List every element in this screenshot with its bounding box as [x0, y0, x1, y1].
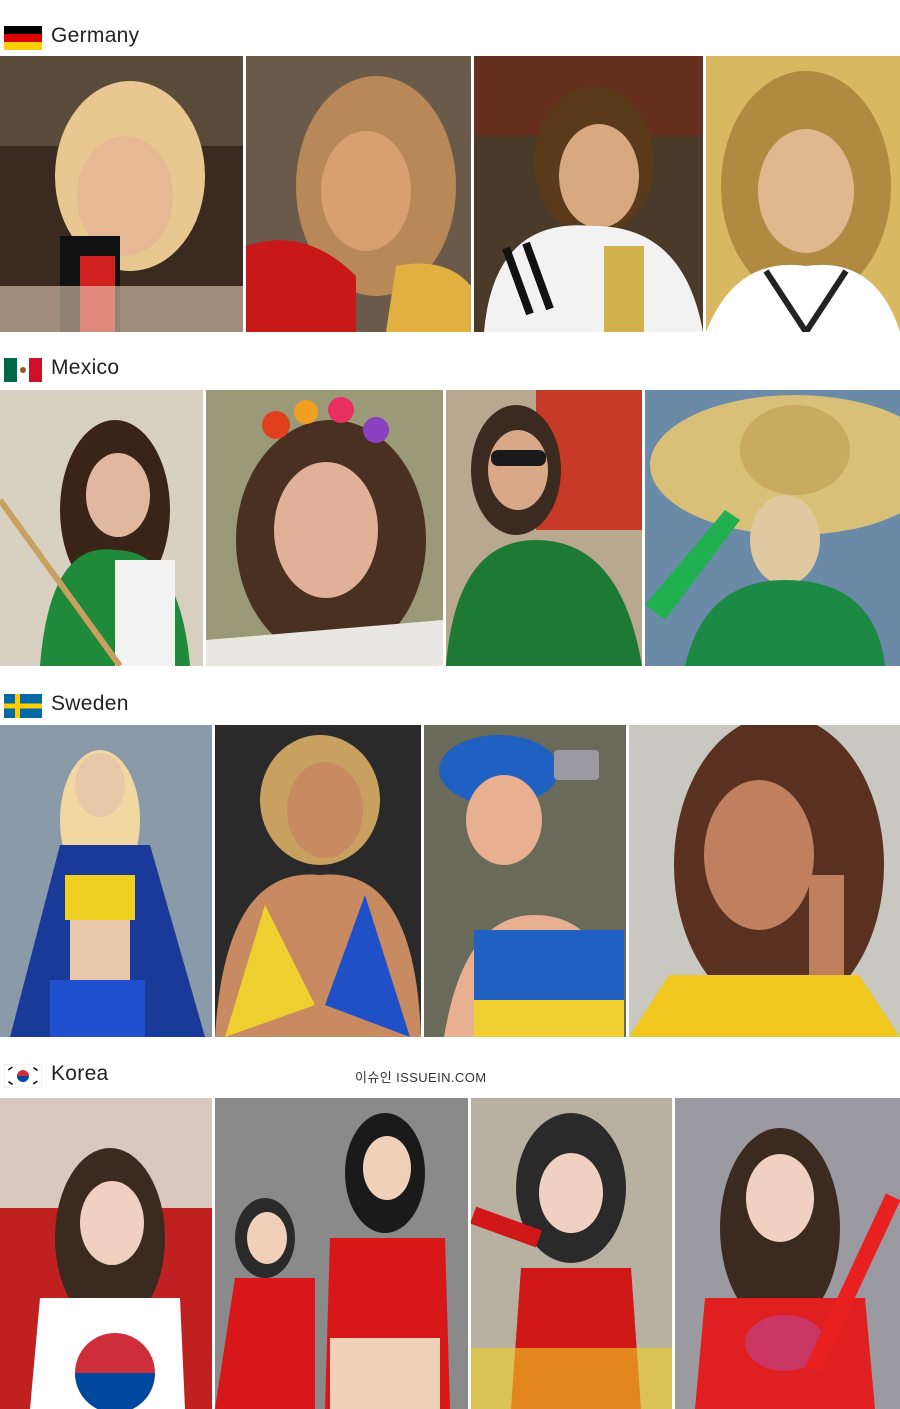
photo-korea-2: [215, 1098, 468, 1409]
photo-sweden-2: [215, 725, 421, 1037]
country-name: Korea: [51, 1062, 109, 1085]
photo-korea-4: [675, 1098, 900, 1409]
photo-sweden-3: [424, 725, 626, 1037]
photo-germany-4: [706, 56, 900, 332]
korea-flag-icon: [4, 1064, 42, 1088]
photo-mexico-2: [206, 390, 443, 666]
photo-korea-3: [471, 1098, 672, 1409]
photo-mexico-1: [0, 390, 203, 666]
country-name: Mexico: [51, 356, 120, 379]
watermark: 이슈인 ISSUEIN.COM: [355, 1070, 487, 1085]
photo-germany-1: [0, 56, 243, 332]
photo-germany-3: [474, 56, 703, 332]
section-header-sweden: Sweden: [0, 686, 900, 726]
photo-sweden-4: [629, 725, 900, 1037]
section-header-mexico: Mexico: [0, 350, 900, 390]
photo-germany-2: [246, 56, 471, 332]
section-header-korea: Korea 이슈인 ISSUEIN.COM: [0, 1056, 900, 1096]
country-name: Sweden: [51, 692, 129, 715]
germany-flag-icon: [4, 26, 42, 50]
photo-korea-1: [0, 1098, 212, 1409]
photo-mexico-3: [446, 390, 642, 666]
section-header-germany: Germany: [0, 18, 900, 58]
photo-sweden-1: [0, 725, 212, 1037]
mexico-flag-icon: [4, 358, 42, 382]
photo-mexico-4: [645, 390, 900, 666]
country-name: Germany: [51, 24, 140, 47]
sweden-flag-icon: [4, 694, 42, 718]
